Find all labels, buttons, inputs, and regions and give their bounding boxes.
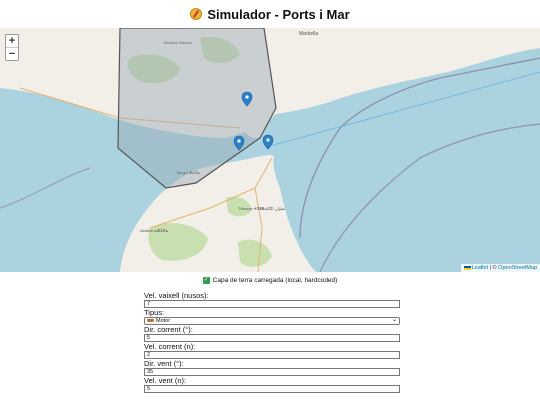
attribution-separator: | © <box>488 265 499 271</box>
page-title-text: Simulador - Ports i Mar <box>207 6 350 22</box>
wind-speed-label: Vel. vent (n): <box>144 376 187 385</box>
check-icon: ✓ <box>202 276 210 284</box>
map-tiles: Marbella Medina Sidonia Tanger ⵟⴰⵏⵊⴰ Tét… <box>0 28 540 272</box>
page-title: Simulador - Ports i Mar <box>0 0 540 28</box>
boat-icon <box>147 319 154 323</box>
current-speed-label: Vel. corrent (n): <box>144 342 196 351</box>
map-attribution: Leaflet | © OpenStreetMap <box>460 264 540 272</box>
chevron-down-icon: ⌄ <box>391 317 397 323</box>
simulation-form: Vel. vaixell (nusos): 7 Tipus: Motor ⌄ D… <box>144 291 400 393</box>
current-dir-input[interactable]: 5 <box>144 334 400 342</box>
map-label-assilah: Assilah ⴰⵚⵉⵍⴰ <box>140 228 169 233</box>
current-speed-input[interactable]: 2 <box>144 351 400 359</box>
wind-dir-label: Dir. vent (°): <box>144 359 184 368</box>
compass-icon <box>190 8 203 20</box>
type-select[interactable]: Motor ⌄ <box>144 317 400 325</box>
status-message: ✓ Capa de terra carregada (local, hardco… <box>0 275 540 285</box>
wind-speed-input[interactable]: 5 <box>144 385 400 393</box>
current-dir-label: Dir. corrent (°): <box>144 325 193 334</box>
ukraine-flag-icon <box>463 265 471 270</box>
map-label-marbella: Marbella <box>299 31 318 37</box>
map-label-tangier: Tanger ⵟⴰⵏⵊⴰ <box>176 170 201 175</box>
map-label-medina: Medina Sidonia <box>164 40 192 45</box>
zoom-out-button[interactable]: − <box>6 47 18 60</box>
wind-dir-input[interactable]: 35 <box>144 368 400 376</box>
status-text: Capa de terra carregada (local, hardcode… <box>212 276 338 284</box>
type-select-value: Motor <box>156 318 171 324</box>
map[interactable]: Marbella Medina Sidonia Tanger ⵟⴰⵏⵊⴰ Tét… <box>0 28 540 272</box>
map-marker-3[interactable] <box>262 134 274 150</box>
map-label-tetouan: Tétouan ⵜⵉⵟⵟⴰⵡⵉⵏ تطوان <box>238 206 285 211</box>
vessel-speed-label: Vel. vaixell (nusos): <box>144 291 209 300</box>
zoom-control: + − <box>5 34 19 61</box>
leaflet-link[interactable]: Leaflet <box>472 265 489 271</box>
vessel-speed-input[interactable]: 7 <box>144 300 400 308</box>
zoom-in-button[interactable]: + <box>6 35 18 47</box>
type-label: Tipus: <box>144 308 165 317</box>
osm-link[interactable]: OpenStreetMap <box>498 265 537 271</box>
